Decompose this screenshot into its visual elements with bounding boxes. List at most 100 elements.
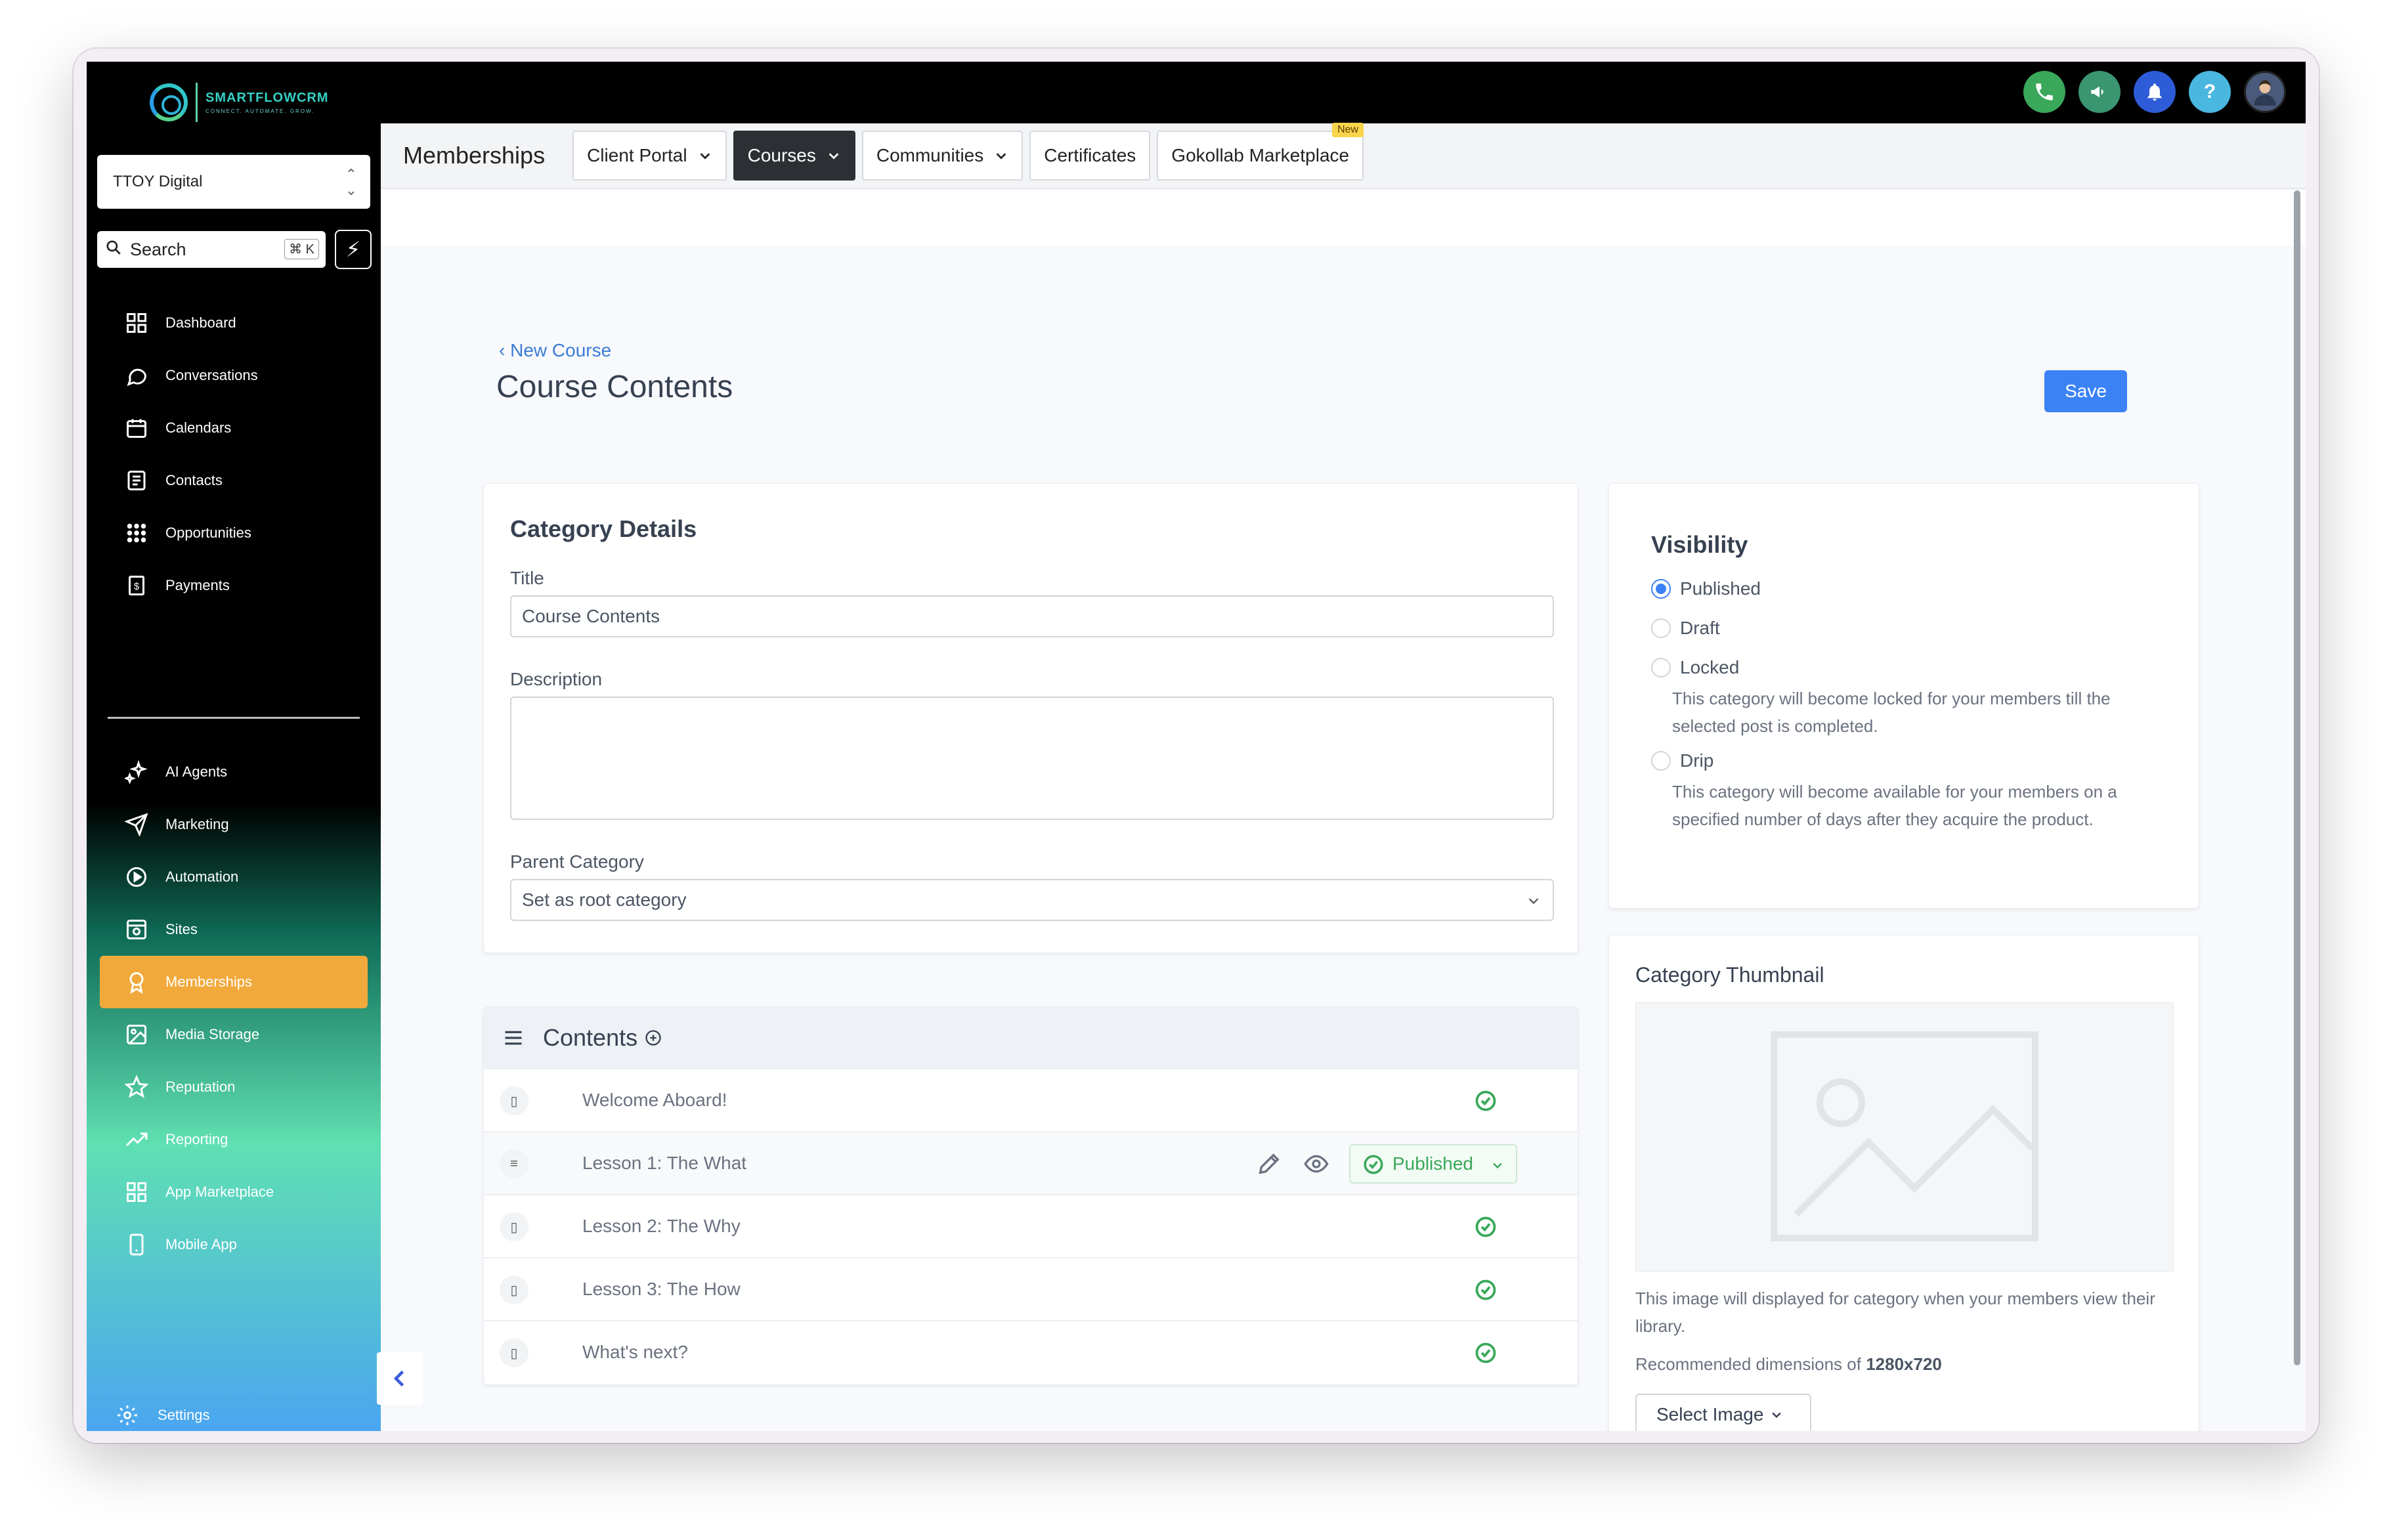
visibility-card: Visibility Published Draft Locked This c… <box>1608 483 2199 909</box>
radio-published[interactable]: Published <box>1651 578 1761 599</box>
add-circle-icon[interactable] <box>644 1029 662 1047</box>
top-bar: SMARTFLOWCRM CONNECT. AUTOMATE. GROW. ? <box>87 62 2306 123</box>
trending-icon <box>125 1132 148 1147</box>
chevron-left-icon <box>393 1370 404 1387</box>
radio-button[interactable] <box>1651 658 1671 677</box>
pencil-icon[interactable] <box>1256 1151 1282 1177</box>
award-icon <box>129 972 144 994</box>
tab-communities[interactable]: Communities <box>861 131 1023 181</box>
grid-icon <box>127 1182 146 1202</box>
sidebar-item-marketing[interactable]: Marketing <box>100 798 368 851</box>
back-link[interactable]: ‹ New Course <box>499 340 611 361</box>
contents-card: Contents ▯ Welcome Aboard! ≡ Lesson 1: T… <box>483 1007 1578 1385</box>
bell-icon[interactable] <box>2134 71 2176 113</box>
search-input[interactable]: Search ⌘ K <box>97 231 326 268</box>
list-item[interactable]: ≡ Lesson 1: The What Published <box>484 1131 1578 1194</box>
chevron-down-icon <box>1493 1163 1502 1169</box>
sidebar-divider <box>108 717 360 719</box>
tab-courses[interactable]: Courses <box>733 131 855 181</box>
chevron-down-icon <box>700 153 710 160</box>
thumbnail-help-text: This image will displayed for category w… <box>1635 1289 2155 1336</box>
sidebar-item-ai-agents[interactable]: AI Agents <box>100 746 368 798</box>
chevron-left-icon: ‹ <box>499 340 511 360</box>
sidebar-item-reporting[interactable]: Reporting <box>100 1113 368 1166</box>
eye-icon[interactable] <box>1303 1151 1329 1177</box>
list-item[interactable]: ▯ Welcome Aboard! <box>484 1068 1578 1131</box>
category-details-heading: Category Details <box>510 515 697 542</box>
document-icon: ▯ <box>500 1086 528 1115</box>
list-item[interactable]: ▯ Lesson 3: The How <box>484 1257 1578 1320</box>
main-content: ‹ New Course Course Contents Save Catego… <box>381 190 2306 1431</box>
sidebar-item-reputation[interactable]: Reputation <box>100 1061 368 1113</box>
tab-client-portal[interactable]: Client Portal <box>572 131 727 181</box>
sidebar-item-contacts[interactable]: Contacts <box>100 454 368 507</box>
chevron-down-icon <box>996 153 1006 160</box>
search-placeholder: Search <box>130 239 186 259</box>
check-circle-icon <box>1364 1155 1383 1174</box>
search-icon <box>106 240 121 255</box>
sidebar-item-mobile-app[interactable]: Mobile App <box>100 1218 368 1271</box>
list-item[interactable]: ▯ Lesson 2: The Why <box>484 1194 1578 1257</box>
search-shortcut: ⌘ K <box>284 239 319 259</box>
collapse-sidebar-button[interactable] <box>377 1352 423 1405</box>
select-image-button[interactable]: Select Image <box>1635 1394 1811 1431</box>
locked-help-text: This category will become locked for you… <box>1672 689 2111 736</box>
section-title: Memberships <box>403 142 546 169</box>
document-icon: ▯ <box>500 1338 528 1367</box>
dashboard-icon <box>127 313 146 333</box>
title-input[interactable]: Course Contents <box>510 595 1554 637</box>
radio-button[interactable] <box>1651 579 1671 599</box>
thumbnail-dimensions: Recommended dimensions of 1280x720 <box>1635 1354 1942 1374</box>
brand-logo[interactable]: SMARTFLOWCRM CONNECT. AUTOMATE. GROW. <box>150 83 329 122</box>
radio-button[interactable] <box>1651 751 1671 771</box>
save-button[interactable]: Save <box>2044 370 2127 412</box>
sidebar-item-app-marketplace[interactable]: App Marketplace <box>100 1166 368 1218</box>
sidebar-item-payments[interactable]: $ Payments <box>100 559 368 612</box>
chevron-down-icon <box>1772 1412 1782 1419</box>
image-icon <box>127 1025 146 1044</box>
section-tabs: Memberships Client Portal Courses Commun… <box>381 123 2306 189</box>
thumbnail-placeholder[interactable] <box>1635 1002 2174 1272</box>
thumbnail-heading: Category Thumbnail <box>1635 963 1824 987</box>
description-textarea[interactable] <box>510 696 1554 820</box>
sidebar-item-opportunities[interactable]: Opportunities <box>100 507 368 559</box>
automation-icon <box>127 867 146 887</box>
drag-handle-icon[interactable]: ≡ <box>500 1149 528 1178</box>
brand-name: SMARTFLOWCRM <box>205 91 329 105</box>
sidebar-item-automation[interactable]: Automation <box>100 851 368 903</box>
opportunities-icon <box>127 523 146 543</box>
account-switcher[interactable]: TTOY Digital ⌃ ⌄ <box>97 155 370 209</box>
status-dropdown[interactable]: Published <box>1349 1144 1517 1184</box>
payments-icon: $ <box>129 576 144 595</box>
phone-icon[interactable] <box>2023 71 2065 113</box>
chevron-down-icon <box>829 153 839 160</box>
sidebar-item-calendars[interactable]: Calendars <box>100 402 368 454</box>
radio-locked[interactable]: Locked <box>1651 657 1739 678</box>
document-icon: ▯ <box>500 1212 528 1241</box>
sidebar-item-settings[interactable]: Settings <box>100 1389 368 1431</box>
quick-action-bolt-icon[interactable]: ⚡ <box>335 230 372 269</box>
app-window: SMARTFLOWCRM CONNECT. AUTOMATE. GROW. ? … <box>87 62 2306 1431</box>
sidebar-item-memberships[interactable]: Memberships <box>100 956 368 1008</box>
parent-category-select[interactable]: Set as root category <box>510 879 1554 921</box>
list-item[interactable]: ▯ What's next? <box>484 1320 1578 1383</box>
tab-certificates[interactable]: Certificates <box>1029 131 1151 181</box>
scrollbar[interactable] <box>2294 190 2300 1365</box>
sidebar-item-conversations[interactable]: Conversations <box>100 349 368 402</box>
radio-drip[interactable]: Drip <box>1651 750 1713 771</box>
tab-gokollab-marketplace[interactable]: Gokollab Marketplace New <box>1157 123 1364 181</box>
title-label: Title <box>510 568 544 588</box>
sidebar-item-sites[interactable]: Sites <box>100 903 368 956</box>
drip-help-text: This category will become available for … <box>1672 782 2117 829</box>
sidebar-item-dashboard[interactable]: Dashboard <box>100 297 368 349</box>
contacts-icon <box>127 471 146 490</box>
star-icon <box>125 1075 148 1098</box>
check-circle-icon <box>1475 1279 1496 1300</box>
radio-button[interactable] <box>1651 618 1671 638</box>
sidebar-item-media-storage[interactable]: Media Storage <box>100 1008 368 1061</box>
radio-draft[interactable]: Draft <box>1651 618 1720 639</box>
avatar[interactable] <box>2244 71 2286 113</box>
help-icon[interactable]: ? <box>2189 71 2231 113</box>
megaphone-icon[interactable] <box>2079 71 2121 113</box>
check-circle-icon <box>1475 1342 1496 1363</box>
